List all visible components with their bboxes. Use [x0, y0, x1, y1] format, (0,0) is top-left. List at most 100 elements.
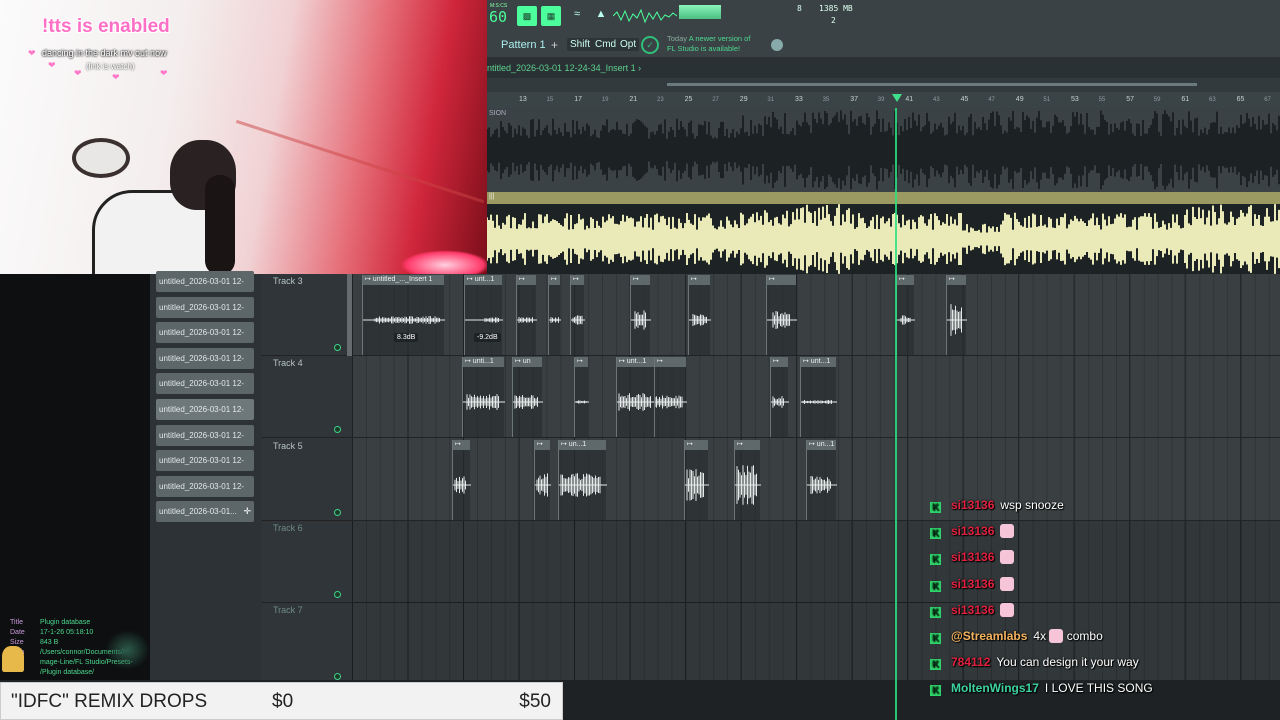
clip-header[interactable]: ↦ unt...1	[465, 275, 502, 285]
clip-header[interactable]: ↦ untitled_..._Insert 1	[363, 275, 444, 285]
clip-header[interactable]: ↦	[631, 275, 650, 285]
playhead-marker-icon[interactable]	[892, 94, 902, 102]
shift-button[interactable]: Shift	[567, 38, 594, 51]
audio-clip[interactable]: ↦	[770, 357, 789, 438]
chevron-right-icon[interactable]: ›	[638, 63, 641, 73]
now-playing-text: dancing in the dark mv out now	[42, 48, 167, 58]
audio-clip[interactable]: ↦	[548, 275, 561, 355]
snap-icon[interactable]: ▩	[517, 6, 537, 26]
track-enable-icon[interactable]	[334, 344, 341, 351]
waveform-divider[interactable]: |||	[487, 192, 1280, 204]
clip-header[interactable]: ↦	[655, 357, 686, 368]
audio-clip[interactable]: ↦	[574, 357, 589, 438]
audio-clip[interactable]: ↦ unt...1	[800, 357, 837, 438]
clip-header[interactable]: ↦	[535, 439, 550, 450]
wave-icon[interactable]: ≈	[567, 8, 587, 24]
clip-header[interactable]: ↦	[517, 275, 536, 285]
file-item[interactable]: untitled_2026-03-01 12-	[156, 322, 254, 344]
audio-clip[interactable]: ↦ untitled_..._Insert 1 8.3dB	[362, 275, 445, 355]
clip-header[interactable]: ↦	[771, 357, 788, 368]
track-header[interactable]: Track 5	[262, 439, 352, 521]
opt-button[interactable]: Opt	[617, 38, 640, 51]
audio-clip[interactable]: ↦	[654, 357, 687, 438]
audio-clip[interactable]: ↦	[570, 275, 585, 355]
chat-username[interactable]: si13136	[951, 498, 994, 512]
audio-clip[interactable]: ↦	[452, 439, 471, 520]
chat-username[interactable]: si13136	[951, 550, 994, 564]
hint-icon[interactable]: ✓	[641, 36, 659, 54]
clip-header[interactable]: ↦	[549, 275, 560, 285]
track-header[interactable]: Track 6	[262, 521, 352, 603]
track-name: Track 6	[273, 522, 303, 533]
track-enable-icon[interactable]	[334, 508, 341, 516]
audio-clip[interactable]: ↦	[684, 439, 709, 520]
audio-clip[interactable]: ↦	[896, 275, 915, 355]
chat-username[interactable]: 784112	[951, 655, 990, 669]
chat-username[interactable]: si13136	[951, 577, 994, 591]
audio-clip[interactable]: ↦ un...1	[806, 439, 837, 520]
audio-clip[interactable]: ↦ un...1	[558, 439, 607, 520]
playlist-scrollbar[interactable]	[487, 78, 1280, 92]
clip-label: ↦ un	[515, 358, 531, 366]
audio-clip[interactable]: ↦ unt...1 -9.2dB	[464, 275, 503, 355]
timeline-ruler[interactable]: 13 15 17 19 21 23 25 27 29 31 33 35 37 39 41 43 45 47 49 51…	[487, 92, 1280, 108]
move-icon[interactable]: ✛	[243, 506, 251, 517]
clip-header[interactable]: ↦	[735, 439, 760, 450]
chat-username[interactable]: @Streamlabs	[951, 629, 1027, 643]
chat-username[interactable]: si13136	[951, 524, 994, 538]
audio-clip[interactable]: ↦	[946, 275, 967, 355]
audio-clip[interactable]: ↦ unt...1	[616, 357, 655, 438]
track-header[interactable]: Track 7	[262, 603, 352, 686]
pattern-selector[interactable]: Pattern 1	[501, 36, 551, 54]
track-header[interactable]: Track 4	[262, 356, 352, 439]
file-item[interactable]: untitled_2026-03-01 12-	[156, 373, 254, 395]
audio-clip[interactable]: ↦	[534, 439, 551, 520]
audio-clip[interactable]: ↦	[516, 275, 537, 355]
audio-clip[interactable]: ↦	[734, 439, 761, 520]
clip-header[interactable]: ↦ unt...1	[617, 357, 654, 368]
track-header[interactable]: Track 3	[262, 274, 352, 356]
track-enable-icon[interactable]	[334, 426, 341, 434]
audio-clip[interactable]: ↦	[688, 275, 711, 355]
audio-clip[interactable]: ↦ un	[512, 357, 543, 438]
clip-header[interactable]: ↦ un...1	[807, 439, 836, 450]
clip-header[interactable]: ↦ un	[513, 357, 542, 368]
notice-line-1: A newer version of	[688, 34, 751, 43]
clip-header[interactable]: ↦ unt...1	[801, 357, 836, 368]
mixer-icon[interactable]: ▦	[541, 6, 561, 26]
audio-clip[interactable]: ↦	[766, 275, 797, 355]
file-item[interactable]: untitled_2026-03-01 12-	[156, 424, 254, 446]
clip-header[interactable]: ↦	[453, 439, 470, 450]
clip-header[interactable]: ↦	[571, 275, 584, 285]
chat-username[interactable]: si13136	[951, 603, 994, 617]
scrollbar-thumb[interactable]	[667, 83, 1197, 86]
file-item[interactable]: untitled_2026-03-01 12-	[156, 399, 254, 420]
clip-header[interactable]: ↦	[767, 275, 796, 285]
clip-header[interactable]: ↦	[575, 357, 588, 368]
clip-header[interactable]: ↦	[685, 439, 708, 450]
file-item[interactable]: untitled_2026-03-01 12-	[156, 347, 254, 369]
add-pattern-button[interactable]: +	[551, 36, 558, 54]
file-item[interactable]: untitled_2026-03-01 12-	[156, 475, 254, 497]
track-enable-icon[interactable]	[334, 590, 341, 598]
clip-header[interactable]: ↦ unti...1	[463, 357, 504, 368]
cmd-button[interactable]: Cmd	[592, 38, 620, 51]
clip-header[interactable]: ↦	[947, 275, 966, 285]
spectrum-icon[interactable]: ▲	[591, 8, 611, 24]
audio-clip[interactable]: ↦	[630, 275, 651, 355]
file-item[interactable]: untitled_2026-03-01 12-	[156, 450, 254, 472]
clip-header[interactable]: ↦	[689, 275, 710, 285]
clip-header[interactable]: ↦	[897, 275, 914, 285]
audio-clip[interactable]: ↦ unti...1	[462, 357, 505, 438]
track-enable-icon[interactable]	[334, 673, 341, 681]
track-row-divider	[352, 437, 1280, 439]
file-item[interactable]: untitled_2026-03-01 12-	[156, 296, 254, 318]
tempo-display[interactable]: 60	[489, 8, 507, 26]
update-notice[interactable]: Today A newer version of FL Studio is av…	[667, 34, 750, 54]
chat-username[interactable]: MoltenWings17	[951, 681, 1039, 695]
globe-icon[interactable]	[771, 39, 783, 51]
file-item[interactable]: untitled_2026-03-01... ✛	[156, 501, 254, 523]
clip-header[interactable]: ↦ un...1	[559, 439, 606, 450]
file-item[interactable]: untitled_2026-03-01 12-	[156, 271, 254, 292]
clip-label: ↦ un...1	[809, 440, 835, 448]
